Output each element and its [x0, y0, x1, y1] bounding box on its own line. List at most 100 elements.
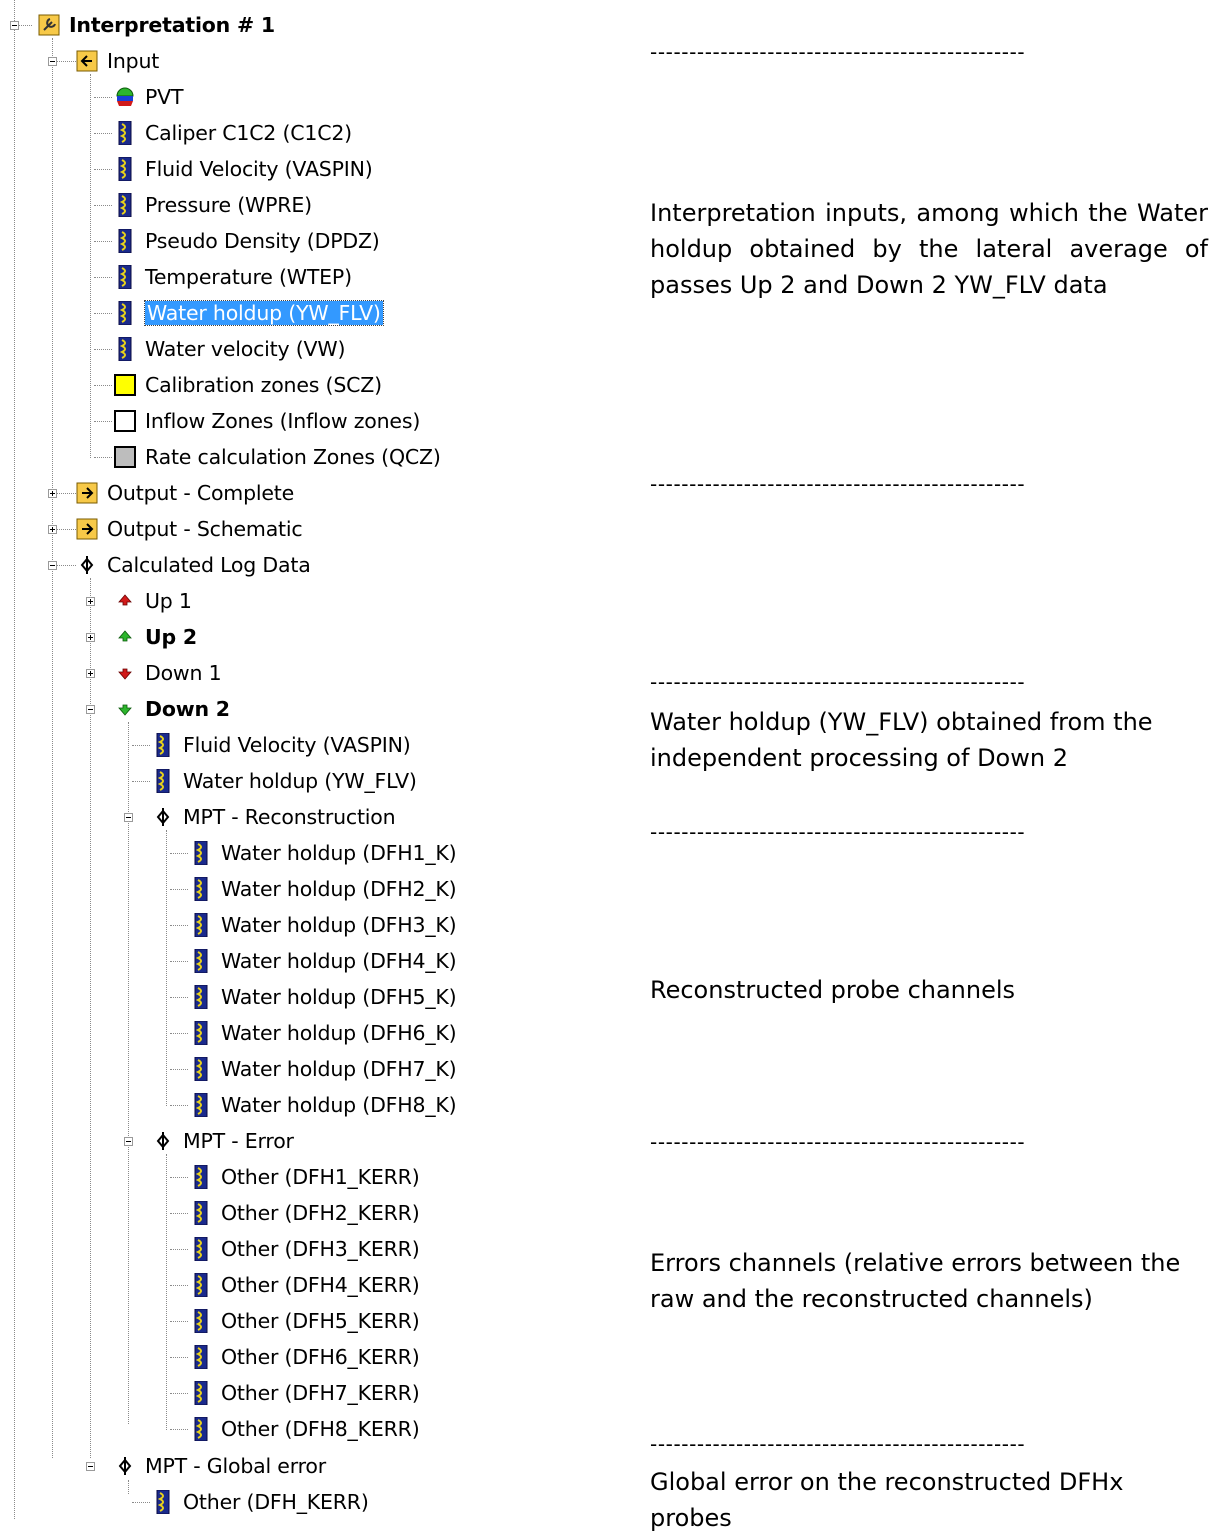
tree-item[interactable]: Other (DFH5_KERR): [190, 1303, 420, 1339]
tree-item-label: PVT: [145, 85, 184, 109]
tree-item[interactable]: Other (DFH6_KERR): [190, 1339, 420, 1375]
tree-item-label: Water holdup (DFH7_K): [221, 1057, 457, 1081]
tree-node-input[interactable]: Input: [76, 43, 159, 79]
tree-item[interactable]: Calibration zones (SCZ): [114, 367, 382, 403]
expand-toggle-up1[interactable]: [86, 597, 95, 606]
note-down2: Water holdup (YW_FLV) obtained from the …: [650, 708, 1153, 772]
expand-toggle-down1[interactable]: [86, 669, 95, 678]
tree-line: [170, 925, 188, 926]
tree-item[interactable]: Fluid Velocity (VASPIN): [152, 727, 411, 763]
log-curve-icon: [114, 157, 136, 181]
tree-item[interactable]: Other (DFH1_KERR): [190, 1159, 420, 1195]
input-label: Input: [107, 49, 160, 73]
log-curve-icon: [114, 193, 136, 217]
log-curve-icon: [190, 1309, 212, 1333]
collapse-toggle-mpt-reconstruction[interactable]: [124, 813, 133, 822]
tree-item[interactable]: Water holdup (DFH5_K): [190, 979, 457, 1015]
tree-item[interactable]: Water holdup (DFH6_K): [190, 1015, 457, 1051]
tree-node-mpt-error[interactable]: MPT - Error: [152, 1123, 294, 1159]
tree-item-label: Calibration zones (SCZ): [145, 373, 382, 397]
separator: ----------------------------------------…: [650, 1130, 1026, 1154]
tree-item[interactable]: Other (DFH2_KERR): [190, 1195, 420, 1231]
tree-line: [170, 961, 188, 962]
tree-line: [170, 1105, 188, 1106]
pvt-icon: [114, 85, 136, 109]
tree-item[interactable]: Water holdup (DFH1_K): [190, 835, 457, 871]
tree-item[interactable]: Water holdup (DFH8_K): [190, 1087, 457, 1123]
log-curve-icon: [190, 949, 212, 973]
tree-item[interactable]: Other (DFH8_KERR): [190, 1411, 420, 1447]
tree-node-up2[interactable]: Up 2: [114, 619, 197, 655]
tree-item[interactable]: Fluid Velocity (VASPIN): [114, 151, 373, 187]
tree-line: [94, 169, 112, 170]
tree-item-label: Inflow Zones (Inflow zones): [145, 409, 421, 433]
collapse-toggle-input[interactable]: [48, 57, 57, 66]
tree-line: [170, 1429, 188, 1430]
tree-item[interactable]: Water holdup (DFH7_K): [190, 1051, 457, 1087]
tree-line: [56, 61, 76, 62]
tree-line: [166, 1154, 167, 1430]
tree-item[interactable]: PVT: [114, 79, 184, 115]
tree-item[interactable]: Other (DFH3_KERR): [190, 1231, 420, 1267]
tree-line: [128, 722, 129, 1424]
collapse-toggle-mpt-global-error[interactable]: [86, 1462, 95, 1471]
expand-toggle-output-complete[interactable]: [48, 489, 57, 498]
tree-node-interpretation[interactable]: Interpretation # 1: [38, 7, 275, 43]
tree-item[interactable]: Pseudo Density (DPDZ): [114, 223, 380, 259]
tree-item-label: Other (DFH7_KERR): [221, 1381, 420, 1405]
tree-node-down2[interactable]: Down 2: [114, 691, 230, 727]
tree-item[interactable]: Water velocity (VW): [114, 331, 345, 367]
log-curve-icon: [190, 985, 212, 1009]
tree-node-down1[interactable]: Down 1: [114, 655, 222, 691]
tree-item-label: Other (DFH1_KERR): [221, 1165, 420, 1189]
tree-line: [170, 1249, 188, 1250]
log-data-folder-icon: [152, 805, 174, 829]
tree-line: [170, 1393, 188, 1394]
tree-item-label: Temperature (WTEP): [145, 265, 352, 289]
collapse-toggle-interpretation[interactable]: [10, 21, 19, 30]
tree-item[interactable]: Water holdup (DFH4_K): [190, 943, 457, 979]
separator: ----------------------------------------…: [650, 670, 1026, 694]
mpt-global-error-label: MPT - Global error: [145, 1454, 326, 1478]
tree-item[interactable]: Caliper C1C2 (C1C2): [114, 115, 352, 151]
tree-node-output-complete[interactable]: Output - Complete: [76, 475, 294, 511]
tree-item[interactable]: Pressure (WPRE): [114, 187, 312, 223]
tree-item-label: Other (DFH5_KERR): [221, 1309, 420, 1333]
tree-line: [94, 421, 112, 422]
tree-item-label: Other (DFH2_KERR): [221, 1201, 420, 1225]
up-arrow-red-icon: [114, 589, 136, 613]
log-curve-icon: [114, 265, 136, 289]
collapse-toggle-mpt-error[interactable]: [124, 1137, 133, 1146]
tree-line: [94, 349, 112, 350]
up-arrow-green-icon: [114, 625, 136, 649]
tree-node-calculated-log-data[interactable]: Calculated Log Data: [76, 547, 311, 583]
tree-item[interactable]: Temperature (WTEP): [114, 259, 352, 295]
tree-line: [94, 277, 112, 278]
expand-toggle-up2[interactable]: [86, 633, 95, 642]
tree-item[interactable]: Other (DFH4_KERR): [190, 1267, 420, 1303]
tree-item-label: Other (DFH_KERR): [183, 1490, 369, 1514]
log-curve-icon: [190, 1345, 212, 1369]
tree-item[interactable]: Inflow Zones (Inflow zones): [114, 403, 420, 439]
tree-item-selected[interactable]: Water holdup (YW_FLV): [114, 295, 384, 331]
tree-item[interactable]: Water holdup (DFH3_K): [190, 907, 457, 943]
collapse-toggle-calculated-log-data[interactable]: [48, 561, 57, 570]
log-curve-icon: [190, 913, 212, 937]
tree-item[interactable]: Other (DFH7_KERR): [190, 1375, 420, 1411]
expand-toggle-output-schematic[interactable]: [48, 525, 57, 534]
tree-node-mpt-global-error[interactable]: MPT - Global error: [114, 1448, 326, 1484]
log-curve-icon: [190, 1165, 212, 1189]
tree-item[interactable]: Rate calculation Zones (QCZ): [114, 439, 441, 475]
tree-item[interactable]: Water holdup (YW_FLV): [152, 763, 417, 799]
tree-line: [132, 781, 150, 782]
tree-item[interactable]: Other (DFH_KERR): [152, 1484, 369, 1520]
log-curve-icon: [190, 1021, 212, 1045]
log-curve-icon: [190, 1273, 212, 1297]
collapse-toggle-down2[interactable]: [86, 705, 95, 714]
tree-node-output-schematic[interactable]: Output - Schematic: [76, 511, 303, 547]
tree-line: [52, 38, 53, 1458]
tree-node-mpt-reconstruction[interactable]: MPT - Reconstruction: [152, 799, 396, 835]
log-curve-icon: [190, 1201, 212, 1225]
tree-node-up1[interactable]: Up 1: [114, 583, 192, 619]
tree-item[interactable]: Water holdup (DFH2_K): [190, 871, 457, 907]
